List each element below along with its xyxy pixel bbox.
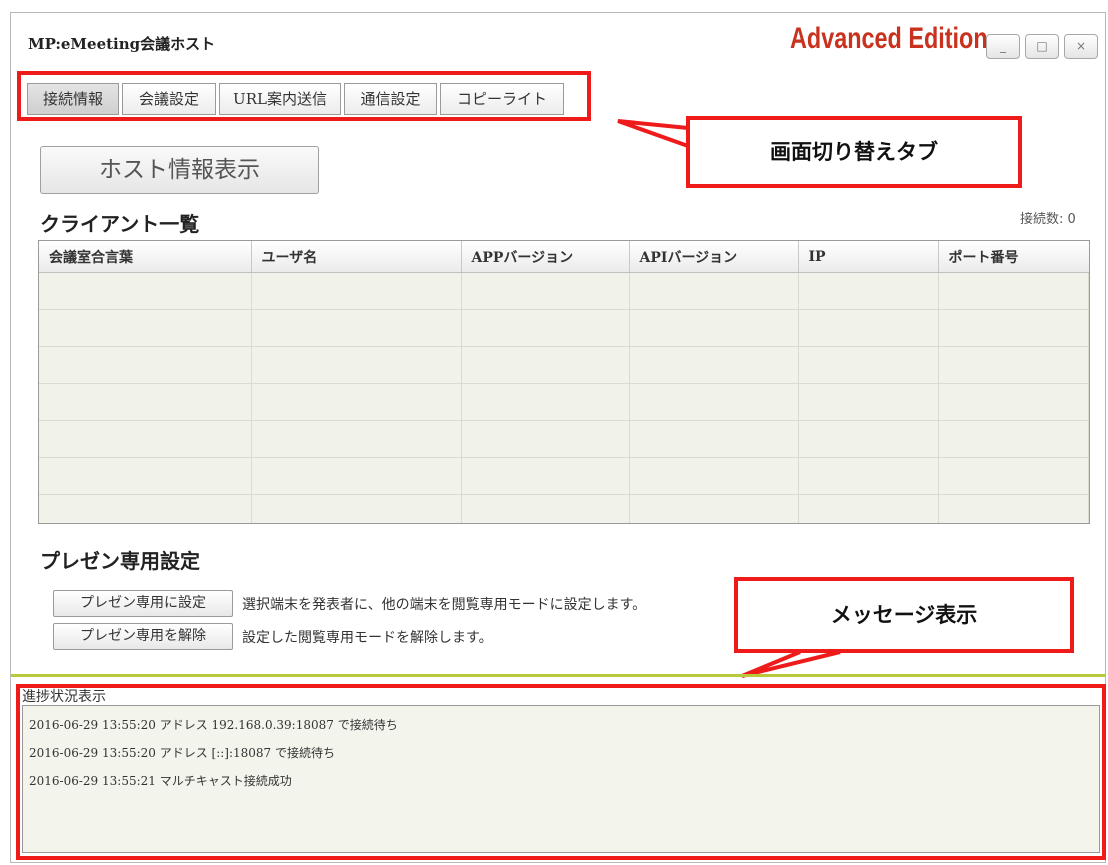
connection-count: 接続数: 0 bbox=[1020, 212, 1076, 227]
column-header-api-version[interactable]: APIバージョン bbox=[629, 241, 799, 273]
message-callout: メッセージ表示 bbox=[734, 577, 1074, 653]
column-header-port[interactable]: ポート番号 bbox=[938, 241, 1089, 273]
table-row[interactable] bbox=[39, 346, 1089, 384]
table-row[interactable] bbox=[39, 420, 1089, 458]
client-list-title: クライアント一覧 bbox=[40, 212, 200, 236]
message-highlight-box bbox=[16, 684, 1106, 860]
release-presentation-button[interactable]: プレゼン専用を解除 bbox=[53, 623, 233, 650]
column-header-app-version[interactable]: APPバージョン bbox=[461, 241, 630, 273]
table-row[interactable] bbox=[39, 309, 1089, 347]
release-presentation-description: 設定した閲覧専用モードを解除します。 bbox=[242, 630, 493, 646]
column-header-username[interactable]: ユーザ名 bbox=[251, 241, 462, 273]
tabs-callout: 画面切り替えタブ bbox=[686, 116, 1022, 188]
table-header-row: 会議室合言葉 ユーザ名 APPバージョン APIバージョン IP ポート番号 bbox=[39, 241, 1089, 273]
message-callout-pointer bbox=[741, 650, 841, 678]
divider bbox=[11, 674, 1105, 677]
table-row[interactable] bbox=[39, 272, 1089, 310]
table-row[interactable] bbox=[39, 383, 1089, 421]
column-header-password[interactable]: 会議室合言葉 bbox=[39, 241, 252, 273]
host-info-button[interactable]: ホスト情報表示 bbox=[40, 146, 319, 194]
set-presentation-button[interactable]: プレゼン専用に設定 bbox=[53, 590, 233, 617]
tabs-callout-pointer bbox=[617, 119, 689, 148]
set-presentation-description: 選択端末を発表者に、他の端末を閲覧専用モードに設定します。 bbox=[242, 597, 647, 613]
table-row[interactable] bbox=[39, 457, 1089, 495]
table-row[interactable] bbox=[39, 494, 1089, 523]
column-header-ip[interactable]: IP bbox=[798, 241, 939, 273]
client-table[interactable]: 会議室合言葉 ユーザ名 APPバージョン APIバージョン IP ポート番号 bbox=[38, 240, 1090, 524]
presentation-settings-title: プレゼン専用設定 bbox=[40, 549, 200, 573]
